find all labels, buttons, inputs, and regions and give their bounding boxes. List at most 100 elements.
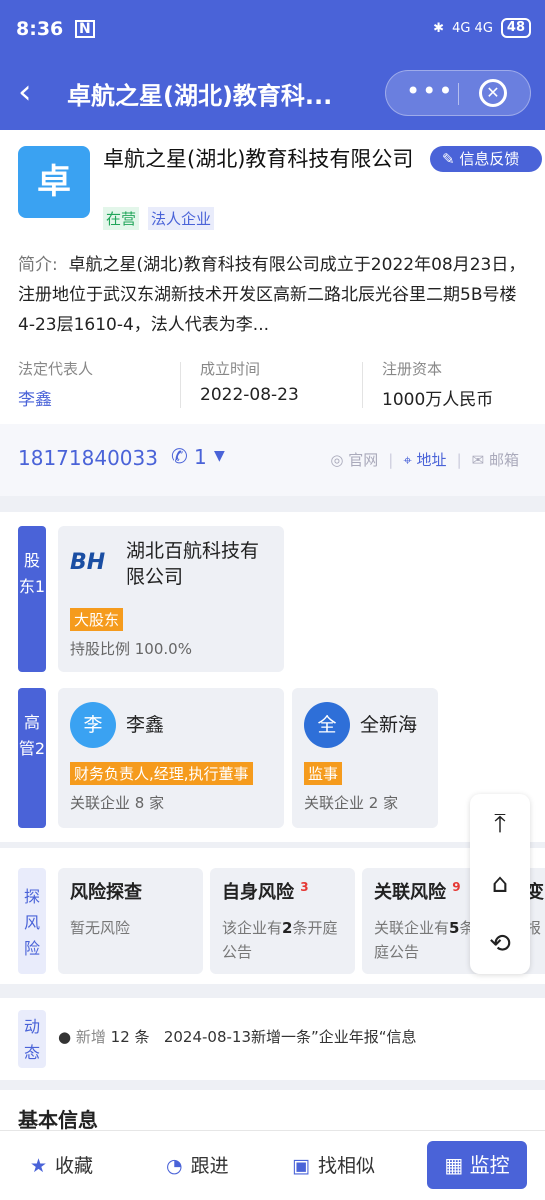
collect-button[interactable]: ★ 收藏 [30, 1151, 93, 1178]
star-icon: ★ [30, 1155, 48, 1177]
divider [362, 362, 363, 408]
follow-button[interactable]: ◔ 跟进 [166, 1151, 229, 1178]
people-section: 股东1 BH 湖北百航科技有限公司 大股东 持股比例 100.0% 高管2 李 … [0, 512, 545, 842]
header: 8:36 N ✱ 4G 4G 48 ‹ 卓航之星(湖北)教育科... ••• ✕ [0, 0, 545, 130]
address-link[interactable]: ⌖ 地址 [403, 449, 446, 470]
related-companies: 关联企业 8 家 [70, 794, 165, 812]
basic-info-section: 基本信息 [0, 1090, 545, 1132]
capital-value: 1000万人民币 [382, 390, 494, 410]
risk-title: 关联风险 9 [374, 878, 461, 904]
risk-desc-num: 5 [449, 919, 460, 937]
website-label: 官网 [348, 451, 379, 469]
dynamic-text: 2024-08-13新增一条”企业年报“信息 [163, 1028, 417, 1046]
related-companies: 关联企业 2 家 [304, 794, 399, 812]
company-intro[interactable]: 简介: 卓航之星(湖北)教育科技有限公司成立于2022年08月23日，注册地位于… [18, 250, 530, 342]
status-bar: 8:36 N ✱ 4G 4G 48 [0, 0, 545, 58]
risk-desc: 该企业有2条开庭公告 [222, 916, 346, 964]
divider [180, 362, 181, 408]
manager-card[interactable]: 李 李鑫 财务负责人,经理,执行董事 关联企业 8 家 [58, 688, 284, 828]
capital-field: 注册资本 1000万人民币 [382, 358, 493, 410]
section-title: 基本信息 [18, 1108, 98, 1132]
shareholder-tab[interactable]: 股东1 [18, 526, 46, 672]
risk-title-text: 风险探查 [70, 882, 142, 903]
risk-card-scan[interactable]: 风险探查 暂无风险 [58, 868, 203, 974]
shareholder-name: 湖北百航科技有限公司 [126, 540, 260, 588]
phone-count[interactable]: 1 [194, 445, 207, 469]
chevron-down-icon[interactable]: ▼ [214, 448, 225, 464]
shareholder-logo: BH [70, 550, 106, 575]
grid-icon: ▦ [444, 1153, 470, 1177]
risk-card-self[interactable]: 自身风险 3 该企业有2条开庭公告 [210, 868, 355, 974]
legal-rep-label: 法定代表人 [18, 360, 94, 378]
risk-desc-num: 2 [282, 919, 293, 937]
risk-title: 风险探查 [70, 878, 142, 904]
contact-row: 18171840033 ✆ 1 ▼ ◎ 官网 | ⌖ 地址 | ✉ 邮箱 [0, 424, 545, 496]
similar-icon: ▣ [292, 1155, 310, 1177]
risk-desc-pre: 关联企业有 [374, 919, 450, 937]
close-button[interactable]: ✕ [479, 79, 507, 107]
company-logo: 卓 [18, 146, 90, 218]
risk-desc-pre: 该企业有 [222, 919, 283, 937]
feedback-button[interactable]: ✎ 信息反馈 [430, 146, 542, 172]
risk-count: 3 [300, 880, 309, 894]
share-ratio: 持股比例 100.0% [70, 640, 192, 658]
intro-label: 简介: [18, 255, 58, 275]
bluetooth-icon: ✱ [433, 20, 445, 36]
nav-bar: ‹ 卓航之星(湖北)教育科... ••• ✕ [0, 58, 545, 130]
floating-toolbar: ⤒ ⌂ ⟲ [470, 794, 530, 974]
legal-rep-link[interactable]: 李鑫 [18, 385, 93, 410]
capsule-divider [458, 83, 459, 105]
feedback-label: 信息反馈 [459, 150, 520, 168]
manager-name: 全新海 [360, 714, 418, 736]
company-card: 卓 卓航之星(湖北)教育科技有限公司 ✎ 信息反馈 在营 法人企业 简介: 卓航… [0, 130, 545, 496]
risk-tab[interactable]: 探风险 [18, 868, 46, 974]
founded-field: 成立时间 2022-08-23 [200, 358, 299, 405]
intro-text: 卓航之星(湖北)教育科技有限公司成立于2022年08月23日，注册地位于武汉东湖… [18, 255, 526, 335]
dynamic-tab[interactable]: 动态 [18, 1010, 46, 1068]
risk-title-text: 自身风险 [222, 882, 294, 903]
email-label: 邮箱 [488, 451, 519, 469]
risk-desc: 暂无风险 [70, 919, 131, 937]
email-link[interactable]: ✉ 邮箱 [472, 449, 519, 470]
risk-title-text: 关联风险 [374, 882, 446, 903]
avatar: 全 [304, 702, 350, 748]
management-tab[interactable]: 高管2 [18, 688, 46, 828]
globe-icon: ◎ [330, 451, 344, 469]
dynamic-section: 动态 ● 新增 12 条 2024-08-13新增一条”企业年报“信息 [0, 998, 545, 1080]
miniapp-capsule: ••• ✕ [385, 70, 531, 116]
manager-card[interactable]: 全 全新海 监事 关联企业 2 家 [292, 688, 438, 828]
divider: | [388, 450, 394, 469]
more-button[interactable]: ••• [406, 77, 454, 105]
back-to-top-icon[interactable]: ⤒ [470, 794, 530, 854]
founded-value: 2022-08-23 [200, 385, 299, 405]
new-label: 新增 [75, 1028, 106, 1046]
status-time: 8:36 [16, 18, 64, 40]
similar-button[interactable]: ▣ 找相似 [292, 1151, 375, 1178]
website-link[interactable]: ◎ 官网 [330, 449, 378, 470]
shareholder-card[interactable]: BH 湖北百航科技有限公司 大股东 持股比例 100.0% [58, 526, 284, 672]
page-title: 卓航之星(湖北)教育科... [67, 82, 333, 110]
follow-icon: ◔ [166, 1155, 183, 1177]
app-root: 8:36 N ✱ 4G 4G 48 ‹ 卓航之星(湖北)教育科... ••• ✕… [0, 0, 545, 1200]
dynamic-summary[interactable]: ● 新增 12 条 2024-08-13新增一条”企业年报“信息 [58, 1026, 417, 1047]
risk-title: 自身风险 3 [222, 878, 309, 904]
contact-links: ◎ 官网 | ⌖ 地址 | ✉ 邮箱 [330, 449, 519, 470]
founded-label: 成立时间 [200, 360, 261, 378]
phone-number[interactable]: 18171840033 [18, 446, 158, 470]
chat-icon: ● [58, 1028, 72, 1046]
edit-icon: ✎ [442, 150, 460, 168]
capital-label: 注册资本 [382, 360, 443, 378]
home-icon[interactable]: ⌂ [470, 854, 530, 914]
phone-icon[interactable]: ✆ [171, 444, 188, 468]
history-search-icon[interactable]: ⟲ [470, 914, 530, 974]
nfc-icon: N [75, 20, 95, 38]
follow-label: 跟进 [190, 1155, 229, 1177]
risk-section: 探风险 风险探查 暂无风险 自身风险 3 该企业有2条开庭公告 关联风险 9 关… [0, 848, 545, 984]
monitor-button[interactable]: ▦ 监控 [427, 1141, 527, 1189]
manager-role-badge: 监事 [304, 762, 343, 785]
collect-label: 收藏 [55, 1155, 94, 1177]
manager-name: 李鑫 [126, 714, 165, 736]
mail-icon: ✉ [471, 451, 485, 469]
back-icon[interactable]: ‹ [18, 74, 48, 110]
manager-role-badge: 财务负责人,经理,执行董事 [70, 762, 253, 785]
